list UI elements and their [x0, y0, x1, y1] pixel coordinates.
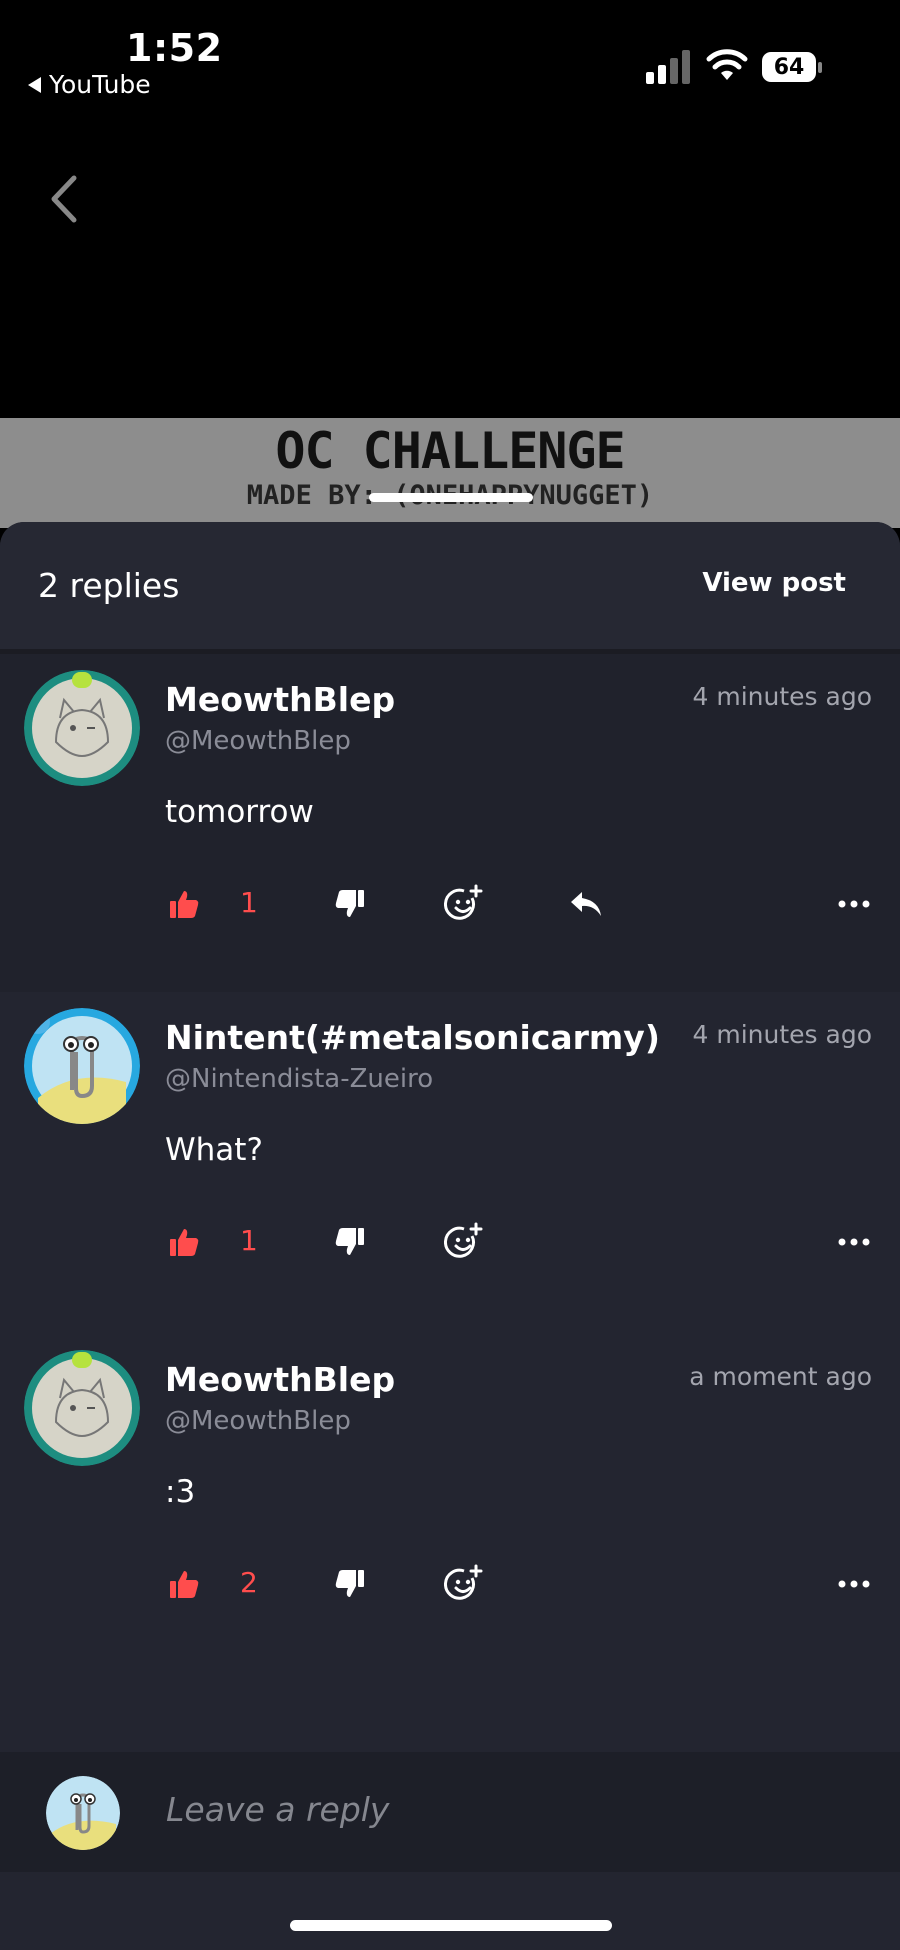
- thumbs-down-icon: [335, 1228, 364, 1255]
- status-time: 1:52: [126, 26, 223, 70]
- avatar: [46, 1776, 120, 1850]
- reply-composer[interactable]: Leave a reply: [0, 1752, 900, 1872]
- comment-text: :3: [165, 1474, 196, 1510]
- status-bar: 1:52 YouTube 64: [0, 0, 900, 110]
- back-app-label: YouTube: [49, 70, 151, 99]
- comment-item: MeowthBlep @MeowthBlep 4 minutes ago tom…: [0, 654, 900, 992]
- comment-text: tomorrow: [165, 794, 314, 830]
- comment-author[interactable]: Nintent(#metalsonicarmy): [165, 1018, 660, 1057]
- avatar[interactable]: [24, 1350, 140, 1466]
- more-options-button[interactable]: [834, 1222, 874, 1262]
- avatar[interactable]: [24, 1008, 140, 1124]
- dislike-button[interactable]: [330, 1222, 370, 1262]
- like-count: 1: [240, 886, 258, 919]
- more-options-button[interactable]: [834, 884, 874, 924]
- comment-actions: 2: [0, 1564, 900, 1614]
- comment-item: Nintent(#metalsonicarmy) @Nintendista-Zu…: [0, 992, 900, 1332]
- view-post-button[interactable]: View post: [702, 568, 846, 598]
- comment-actions: 1: [0, 884, 900, 934]
- replies-count: 2 replies: [38, 566, 180, 605]
- avatar[interactable]: [24, 670, 140, 786]
- add-reaction-button[interactable]: [444, 1222, 484, 1262]
- replies-sheet: 2 replies View post MeowthBlep @MeowthBl…: [0, 522, 900, 1950]
- bottom-bar: [0, 1872, 900, 1950]
- like-count: 2: [240, 1566, 258, 1599]
- signal-icon: [646, 50, 690, 84]
- add-emoji-icon: [444, 1222, 483, 1258]
- add-emoji-icon: [444, 884, 483, 920]
- video-thumbnail: OC CHALLENGE MADE BY: (ONEHAPPYNUGGET): [0, 418, 900, 528]
- comment-timestamp: a moment ago: [689, 1362, 872, 1391]
- comment-item: MeowthBlep @MeowthBlep a moment ago :3 2: [0, 1334, 900, 1674]
- reply-icon: [571, 892, 601, 916]
- sheet-header: 2 replies View post: [0, 522, 900, 649]
- thumbs-down-icon: [335, 1570, 364, 1597]
- more-options-icon: [838, 1580, 870, 1588]
- like-button[interactable]: [164, 1564, 204, 1604]
- thumbs-down-icon: [335, 890, 364, 917]
- comment-timestamp: 4 minutes ago: [692, 682, 872, 711]
- dislike-button[interactable]: [330, 884, 370, 924]
- comment-author[interactable]: MeowthBlep: [165, 1360, 395, 1399]
- thumbs-up-icon: [170, 1229, 199, 1256]
- back-chevron-icon[interactable]: [44, 172, 84, 226]
- comment-author[interactable]: MeowthBlep: [165, 680, 395, 719]
- comment-handle: @MeowthBlep: [165, 726, 351, 756]
- reply-input[interactable]: Leave a reply: [166, 1790, 389, 1829]
- thumbnail-title: OC CHALLENGE: [275, 422, 625, 480]
- back-to-app-link[interactable]: YouTube: [28, 70, 151, 99]
- comment-handle: @MeowthBlep: [165, 1406, 351, 1436]
- thumbs-up-icon: [170, 891, 199, 918]
- like-button[interactable]: [164, 884, 204, 924]
- comment-timestamp: 4 minutes ago: [692, 1020, 872, 1049]
- more-options-icon: [838, 900, 870, 908]
- reply-button[interactable]: [566, 884, 606, 924]
- more-options-button[interactable]: [834, 1564, 874, 1604]
- battery-level: 64: [762, 52, 816, 82]
- back-triangle-icon: [28, 76, 41, 93]
- add-emoji-icon: [444, 1564, 483, 1600]
- comment-actions: 1: [0, 1222, 900, 1272]
- add-reaction-button[interactable]: [444, 1564, 484, 1604]
- comment-text: What?: [165, 1132, 263, 1168]
- battery-icon: 64: [762, 52, 824, 84]
- like-button[interactable]: [164, 1222, 204, 1262]
- add-reaction-button[interactable]: [444, 884, 484, 924]
- like-count: 1: [240, 1224, 258, 1257]
- comment-handle: @Nintendista-Zueiro: [165, 1064, 434, 1094]
- sheet-grabber[interactable]: [369, 493, 533, 502]
- thumbs-up-icon: [170, 1571, 199, 1598]
- more-options-icon: [838, 1238, 870, 1246]
- wifi-icon: [706, 49, 748, 80]
- home-indicator[interactable]: [290, 1920, 612, 1931]
- dislike-button[interactable]: [330, 1564, 370, 1604]
